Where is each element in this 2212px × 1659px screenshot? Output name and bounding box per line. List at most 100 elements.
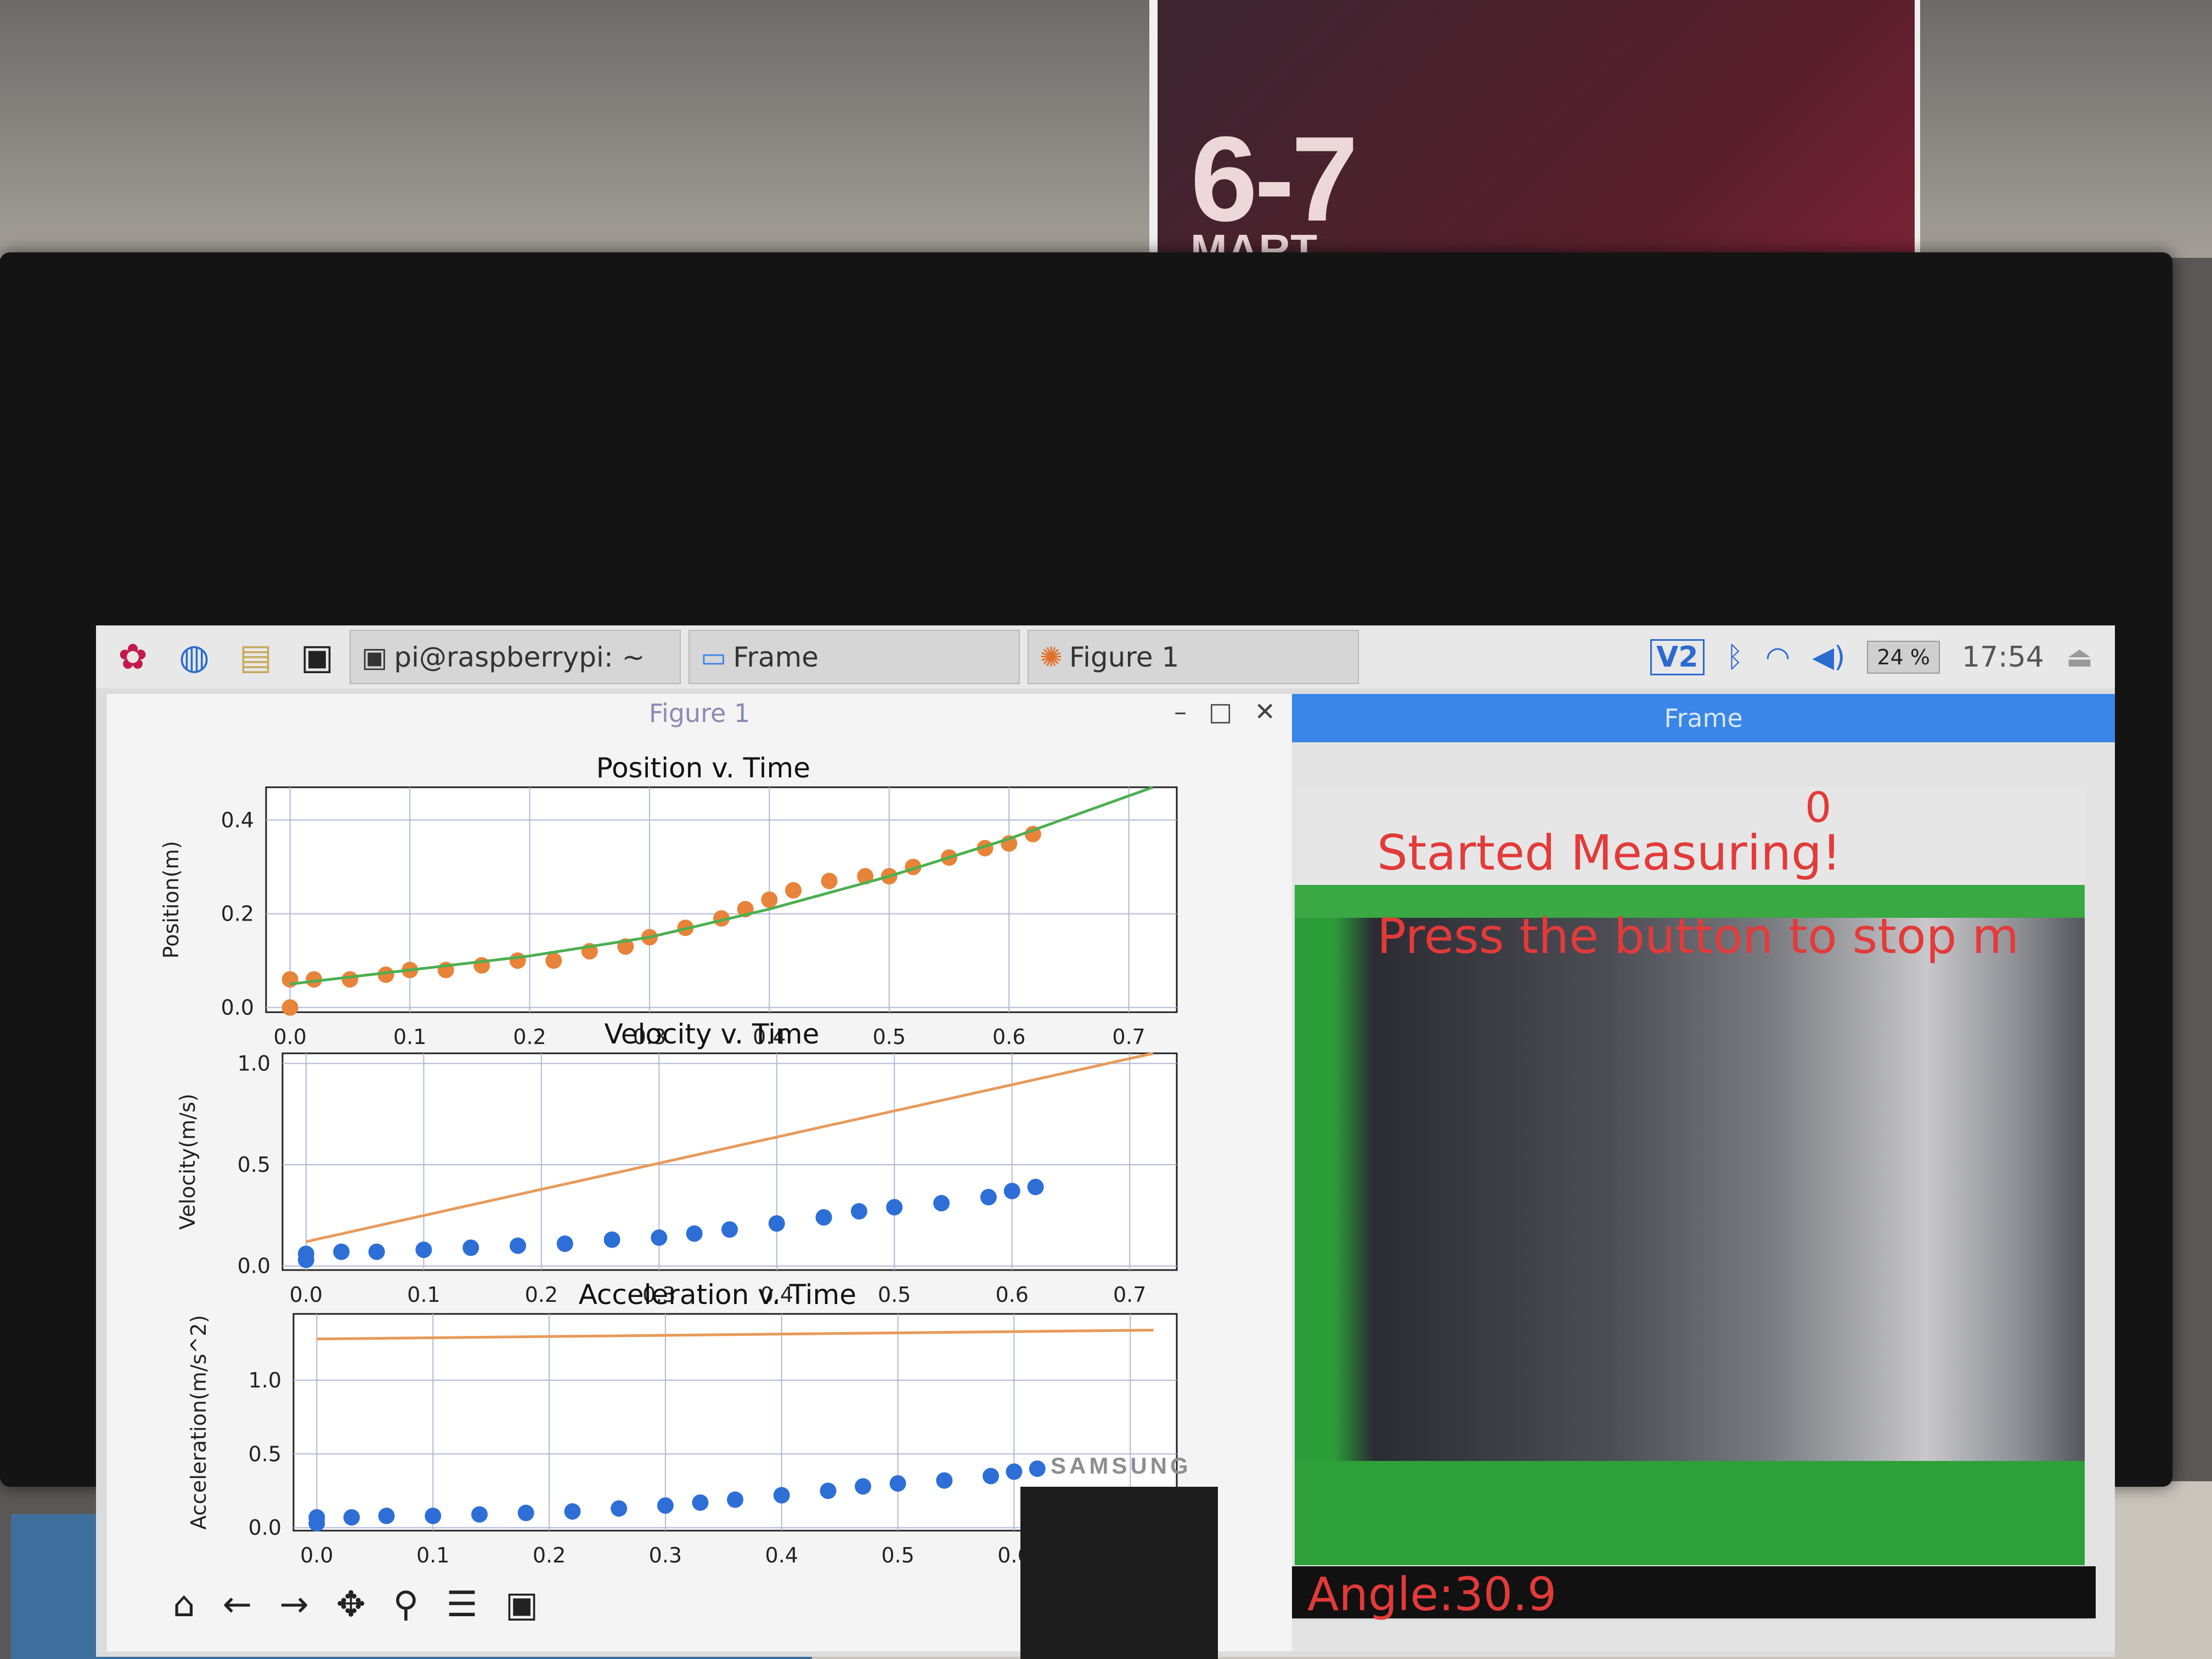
data-point [378,1508,395,1525]
data-point [651,1229,668,1246]
y-tick-label: 0.5 [238,1153,270,1177]
data-point [471,1506,488,1523]
terminal-icon: ▣ [362,641,388,673]
x-tick-label: 0.7 [1113,1283,1146,1307]
data-point [855,1478,872,1495]
raspberry-menu-icon[interactable]: ✿ [108,633,157,682]
clock[interactable]: 17:54 [1962,641,2044,674]
x-tick-label: 0.2 [533,1543,566,1567]
camera-feed-green-floor [1295,1461,2085,1565]
data-point [517,1504,534,1521]
system-tray: V2 ᛒ ◠ ◀) 24 % 17:54 ⏏ [1650,625,2093,689]
chart-title: Acceleration v. Time [579,1279,856,1311]
data-point [564,1503,581,1520]
y-tick-label: 0.0 [221,995,254,1019]
back-icon[interactable]: ← [223,1584,252,1625]
window-icon: ▭ [701,641,727,673]
y-tick-label: 0.2 [221,902,254,926]
x-tick-label: 0.1 [407,1283,440,1307]
taskbar-task-terminal[interactable]: ▣ pi@raspberrypi: ~ [349,630,681,684]
data-point [1006,1463,1023,1480]
taskbar-task-figure[interactable]: ✺ Figure 1 [1028,630,1359,684]
file-manager-icon[interactable]: ▤ [231,633,280,682]
data-point [850,1203,867,1220]
cpu-monitor[interactable]: 24 % [1867,640,1940,674]
window-title: Frame [1664,703,1743,733]
data-point [343,1509,360,1526]
data-point [768,1215,785,1232]
volume-icon[interactable]: ◀) [1812,641,1845,674]
status-started: Started Measuring! [1377,825,1842,881]
data-point [886,1199,903,1216]
data-point [1027,1178,1044,1195]
monitor-brand: SAMSUNG [1051,1453,1192,1479]
plot-area [265,786,1178,1013]
vnc-icon[interactable]: V2 [1650,639,1705,675]
taskbar-task-frame[interactable]: ▭ Frame [689,630,1020,684]
x-tick-label: 0.5 [881,1543,914,1567]
x-tick-label: 0.1 [393,1025,426,1049]
configure-icon[interactable]: ☰ [446,1584,477,1625]
matplotlib-icon: ✺ [1040,641,1063,673]
bluetooth-icon[interactable]: ᛒ [1726,641,1743,674]
data-point [692,1494,709,1511]
x-tick-label: 0.6 [996,1283,1029,1307]
chart-title: Position v. Time [596,752,810,784]
data-point [281,999,298,1016]
window-title: Figure 1 [648,698,751,728]
x-tick-label: 0.7 [1112,1025,1145,1049]
data-point [545,952,562,969]
save-icon[interactable]: ▣ [505,1584,538,1625]
angle-bar: Angle:30.9 [1292,1566,2096,1621]
y-axis-label: Velocity(m/s) [176,1093,200,1229]
x-tick-label: 0.4 [765,1543,798,1567]
maximize-icon[interactable]: □ [1209,697,1232,726]
data-point [611,1500,628,1517]
x-tick-label: 0.2 [513,1025,546,1049]
terminal-icon[interactable]: ▣ [292,633,342,682]
data-point [761,891,778,908]
data-point [721,1221,738,1238]
zoom-icon[interactable]: ⚲ [393,1584,419,1625]
x-tick-label: 0.5 [878,1283,911,1307]
forward-icon[interactable]: → [279,1584,309,1625]
close-icon[interactable]: ✕ [1254,697,1276,726]
frame-window: Frame 0 Started Measuring! Press the but… [1292,694,2115,1651]
task-label: pi@raspberrypi: ~ [394,641,645,673]
x-tick-label: 0.3 [649,1543,682,1567]
x-tick-label: 0.0 [273,1025,306,1049]
data-point [933,1195,950,1212]
x-tick-label: 0.5 [873,1025,906,1049]
data-point [936,1472,953,1489]
data-point [821,872,838,889]
home-icon[interactable]: ⌂ [173,1584,195,1625]
wifi-icon[interactable]: ◠ [1765,641,1790,674]
status-instruction: Press the button to stop m [1377,908,2019,964]
minimize-icon[interactable]: – [1174,697,1187,726]
x-tick-label: 0.2 [525,1283,558,1307]
chart-title: Velocity v. Time [604,1018,819,1050]
globe-icon[interactable]: ◍ [170,633,219,682]
task-label: Figure 1 [1069,641,1180,673]
data-point [425,1508,442,1525]
y-tick-label: 0.5 [249,1442,281,1466]
data-point [415,1242,432,1259]
y-tick-label: 1.0 [249,1368,281,1392]
data-point [368,1243,385,1260]
data-point [820,1482,837,1499]
y-tick-label: 1.0 [238,1051,270,1075]
x-tick-label: 0.1 [416,1543,449,1567]
data-point [1003,1183,1020,1200]
task-label: Frame [733,641,819,673]
pan-icon[interactable]: ✥ [336,1584,366,1625]
data-point [657,1497,674,1514]
data-point [509,1237,526,1254]
data-point [462,1239,479,1256]
figure-canvas: 0.0 0.1 0.2 0.3 0.4 0.5 0.6 0.7 0.0 0.2 0.4 Positio… [159,752,1178,1567]
camera-feed: 0 Started Measuring! Press the button to… [1295,786,2085,1565]
eject-icon[interactable]: ⏏ [2066,641,2093,674]
data-point [341,971,358,988]
data-point [308,1509,325,1526]
data-point [773,1487,790,1504]
monitor-bezel: ✿ ◍ ▤ ▣ ▣ pi@raspberrypi: ~ ▭ Frame ✺ Fi… [0,252,2172,1657]
